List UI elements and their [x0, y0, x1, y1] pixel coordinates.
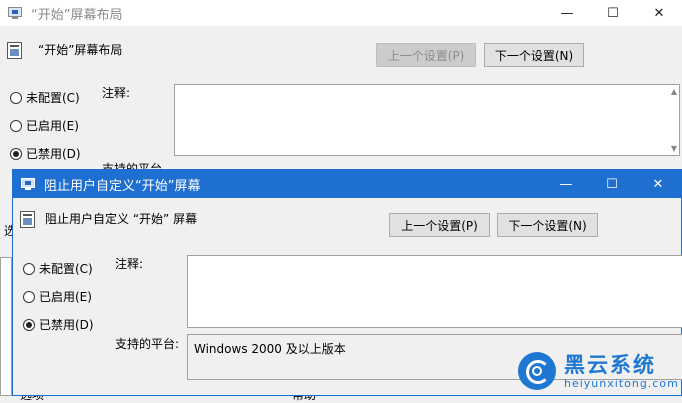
- fg-window-title: 阻止用户自定义“开始”屏幕: [44, 178, 201, 194]
- radio-circle-icon: [23, 290, 35, 303]
- fg-comment-label: 注释:: [115, 257, 144, 271]
- bg-radio-enabled-label: 已启用(E): [26, 119, 79, 133]
- watermark-logo: 黑云系统 heiyunxitong.com: [518, 349, 682, 393]
- radio-selected-icon: [10, 147, 22, 160]
- bg-comment-label: 注释:: [102, 86, 131, 100]
- minimize-button[interactable]: —: [544, 0, 590, 26]
- bg-radio-disabled[interactable]: 已禁用(D): [10, 145, 81, 162]
- scroll-down-icon[interactable]: ▼: [671, 144, 677, 153]
- scroll-up-icon[interactable]: ▲: [671, 87, 677, 96]
- logo-text-en: heiyunxitong.com: [564, 376, 679, 390]
- fg-radio-not-configured[interactable]: 未配置(C): [23, 260, 93, 277]
- policy-window-icon: [7, 6, 23, 20]
- minimize-button[interactable]: —: [543, 170, 589, 198]
- fg-prev-setting-button[interactable]: 上一个设置(P): [389, 213, 490, 237]
- fg-radio-not-configured-label: 未配置(C): [39, 262, 93, 276]
- fg-radio-disabled-label: 已禁用(D): [39, 318, 94, 332]
- logo-icon: [518, 352, 556, 390]
- radio-circle-icon: [10, 119, 22, 132]
- policy-window-icon: [20, 177, 36, 191]
- fg-window-controls: — ☐ ✕: [543, 170, 681, 198]
- bg-window-controls: — ☐ ✕: [544, 0, 682, 26]
- fg-platform-label: 支持的平台:: [115, 337, 180, 351]
- policy-setting-icon: [7, 42, 23, 60]
- bg-radio-not-configured-label: 未配置(C): [26, 91, 80, 105]
- bg-radio-not-configured[interactable]: 未配置(C): [10, 89, 80, 106]
- fg-radio-enabled-label: 已启用(E): [39, 290, 92, 304]
- bg-title-bar: “开始”屏幕布局 — ☐ ✕: [0, 0, 682, 26]
- bg-options-panel: [0, 257, 12, 396]
- radio-circle-icon: [10, 91, 22, 104]
- bg-window-title: “开始”屏幕布局: [31, 7, 123, 23]
- bg-next-setting-button[interactable]: 下一个设置(N): [484, 43, 584, 67]
- radio-selected-icon: [23, 318, 35, 331]
- maximize-button[interactable]: ☐: [589, 170, 635, 198]
- logo-text-cn: 黑云系统: [564, 352, 656, 377]
- fg-next-setting-button[interactable]: 下一个设置(N): [497, 213, 598, 237]
- fg-radio-enabled[interactable]: 已启用(E): [23, 288, 92, 305]
- bg-comment-field[interactable]: ▲ ▼: [174, 84, 680, 156]
- fg-radio-disabled[interactable]: 已禁用(D): [23, 316, 94, 333]
- fg-comment-field[interactable]: [187, 255, 682, 328]
- bg-radio-enabled[interactable]: 已启用(E): [10, 117, 79, 134]
- bg-prev-setting-button[interactable]: 上一个设置(P): [376, 43, 476, 67]
- bg-radio-disabled-label: 已禁用(D): [26, 147, 81, 161]
- maximize-button[interactable]: ☐: [590, 0, 636, 26]
- close-button[interactable]: ✕: [636, 0, 682, 26]
- fg-header-title: 阻止用户自定义 “开始” 屏幕: [45, 212, 198, 226]
- fg-title-bar: 阻止用户自定义“开始”屏幕 — ☐ ✕: [13, 170, 681, 198]
- fg-platform-value: Windows 2000 及以上版本: [194, 342, 346, 356]
- close-button[interactable]: ✕: [635, 170, 681, 198]
- radio-circle-icon: [23, 262, 35, 275]
- policy-setting-icon: [20, 211, 36, 229]
- bg-header-title: “开始”屏幕布局: [38, 43, 123, 57]
